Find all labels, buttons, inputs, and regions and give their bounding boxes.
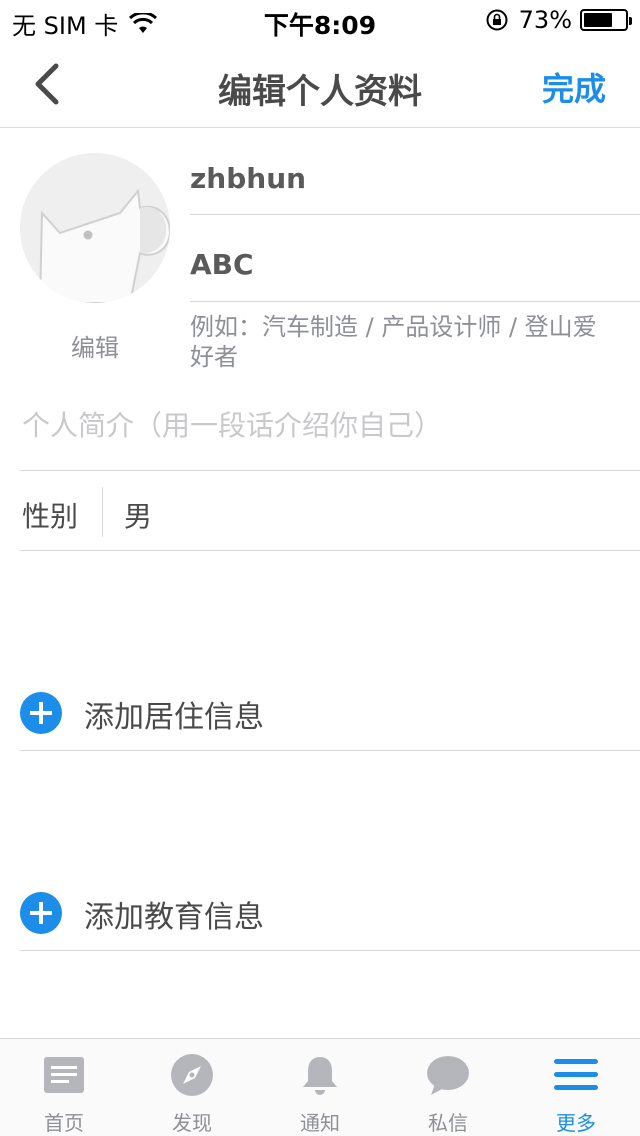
gender-row[interactable]: 性别 男 xyxy=(0,471,640,551)
tab-notifications-label: 通知 xyxy=(300,1111,340,1135)
tab-bar: 首页 发现 通知 私信 更多 xyxy=(0,1038,640,1136)
add-education-row[interactable]: 添加教育信息 xyxy=(0,872,640,952)
status-bar: 无 SIM 卡 下午8:09 73% xyxy=(0,0,640,40)
compass-icon xyxy=(171,1054,213,1096)
nickname-value: ABC xyxy=(190,248,254,281)
tab-messages[interactable]: 私信 xyxy=(384,1039,512,1136)
avatar-edit-link[interactable]: 编辑 xyxy=(20,328,170,363)
tab-more-label: 更多 xyxy=(556,1111,596,1135)
bio-input[interactable]: 个人简介（用一段话介绍你自己） xyxy=(22,404,442,444)
home-icon xyxy=(44,1057,84,1093)
occupation-input[interactable]: 例如：汽车制造 / 产品设计师 / 登山爱好者 xyxy=(190,312,620,372)
status-right: 73% xyxy=(485,6,632,34)
gender-label: 性别 xyxy=(22,500,79,533)
add-residence-row[interactable]: 添加居住信息 xyxy=(0,672,640,752)
divider xyxy=(20,550,640,551)
battery-cap xyxy=(629,17,632,25)
menu-icon xyxy=(554,1059,598,1090)
tab-notifications[interactable]: 通知 xyxy=(256,1039,384,1136)
dog-avatar-icon xyxy=(20,153,170,303)
avatar[interactable] xyxy=(20,153,170,303)
add-education-label: 添加教育信息 xyxy=(84,900,264,935)
battery-icon xyxy=(580,9,632,31)
navigation-bar: 编辑个人资料 完成 xyxy=(0,40,640,128)
tab-messages-label: 私信 xyxy=(428,1111,468,1135)
tab-home-label: 首页 xyxy=(44,1111,84,1135)
tab-discover-label: 发现 xyxy=(172,1111,212,1135)
gender-separator xyxy=(102,487,103,537)
bell-icon xyxy=(303,1057,337,1095)
nickname-field[interactable]: ABC xyxy=(190,248,640,302)
tab-home[interactable]: 首页 xyxy=(0,1039,128,1136)
tab-more[interactable]: 更多 xyxy=(512,1039,640,1136)
orientation-lock-icon xyxy=(486,9,508,31)
divider xyxy=(20,950,640,951)
tab-discover[interactable]: 发现 xyxy=(128,1039,256,1136)
battery-text: 73% xyxy=(518,6,572,34)
plus-circle-icon xyxy=(20,692,62,734)
gender-value: 男 xyxy=(124,500,153,533)
divider xyxy=(20,750,640,751)
username-field[interactable]: zhbhun xyxy=(190,160,640,215)
plus-circle-icon xyxy=(20,892,62,934)
chat-bubble-icon xyxy=(427,1056,469,1095)
add-residence-label: 添加居住信息 xyxy=(84,700,264,735)
done-button[interactable]: 完成 xyxy=(542,64,606,110)
battery-fill xyxy=(584,13,613,27)
